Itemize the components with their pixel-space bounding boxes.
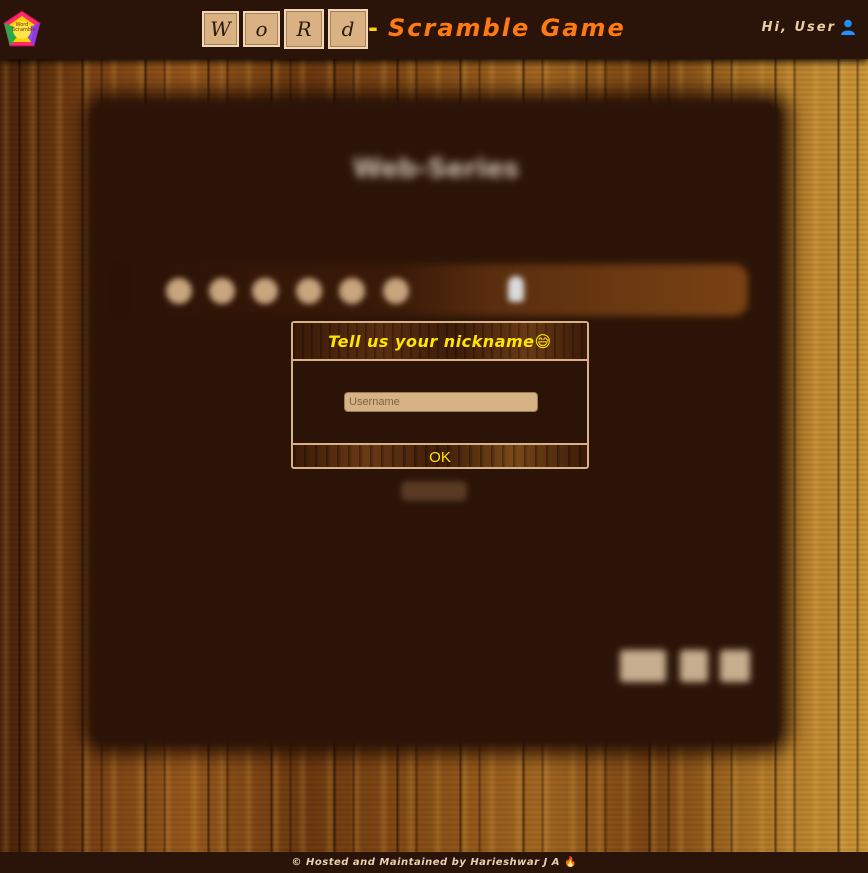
logo-text: Word Scramble bbox=[12, 22, 36, 33]
hint-bulb-icon[interactable] bbox=[508, 276, 524, 302]
control-button[interactable] bbox=[620, 650, 666, 682]
control-button[interactable] bbox=[720, 650, 750, 682]
control-button[interactable] bbox=[680, 650, 708, 682]
word-tiles: W o R d bbox=[202, 9, 368, 49]
flame-icon: 🔥 bbox=[564, 857, 577, 868]
user-greeting: Hi, User bbox=[761, 19, 836, 35]
letter-slot[interactable] bbox=[339, 278, 365, 304]
category-title: Web-Series bbox=[353, 154, 519, 184]
user-icon[interactable] bbox=[840, 19, 856, 35]
tile-letter: R bbox=[284, 9, 324, 49]
top-bar: Word Scramble W o R d - Scramble Game Hi… bbox=[0, 0, 868, 59]
letter-slot[interactable] bbox=[166, 278, 192, 304]
app-title: Scramble Game bbox=[388, 14, 626, 42]
game-logo[interactable]: Word Scramble bbox=[2, 10, 42, 48]
footer: © Hosted and Maintained by Harieshwar J … bbox=[0, 852, 868, 873]
nickname-dialog: Tell us your nickname😅 Username OK bbox=[291, 321, 589, 469]
letter-slot[interactable] bbox=[296, 278, 322, 304]
title-dash: - bbox=[368, 14, 378, 42]
letter-slot[interactable] bbox=[383, 278, 409, 304]
ok-button[interactable]: OK bbox=[293, 443, 587, 467]
footer-credit: © Hosted and Maintained by Harieshwar J … bbox=[291, 857, 560, 868]
submit-button[interactable] bbox=[402, 482, 466, 500]
letter-slot[interactable] bbox=[209, 278, 235, 304]
tile-letter: o bbox=[243, 11, 280, 47]
dialog-header: Tell us your nickname😅 bbox=[293, 323, 587, 361]
tile-letter: d bbox=[328, 9, 368, 49]
dialog-title: Tell us your nickname😅 bbox=[328, 331, 552, 351]
dialog-body: Username bbox=[293, 361, 587, 443]
username-input[interactable]: Username bbox=[344, 392, 538, 412]
letter-slot[interactable] bbox=[252, 278, 278, 304]
tile-letter: W bbox=[202, 11, 239, 47]
user-menu[interactable]: Hi, User bbox=[762, 19, 856, 35]
